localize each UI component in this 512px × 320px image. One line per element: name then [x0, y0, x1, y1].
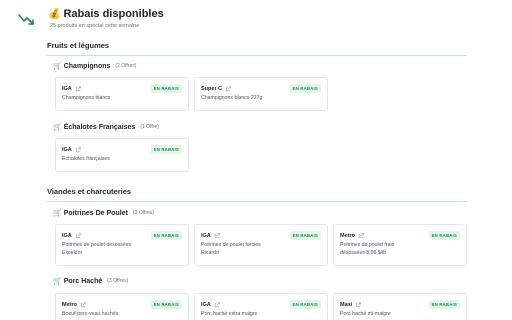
- section-fruits-legumes: Fruits et légumes: [47, 41, 467, 56]
- store-link[interactable]: IGA: [62, 233, 81, 239]
- offer-card[interactable]: IGA EN RABAIS Échalotes françaises: [55, 138, 189, 172]
- external-link-icon: [214, 301, 220, 307]
- product-name: Porc haché mi-maigre: [340, 311, 391, 317]
- sale-badge: EN RABAIS: [150, 300, 182, 309]
- page-subtitle: 25 produits en spécial cette semaine: [50, 23, 140, 29]
- trend-line-icon: [18, 14, 34, 25]
- product-name: Poitrines de poulet farcies Ricardo: [201, 242, 261, 256]
- store-link[interactable]: Metro: [340, 233, 364, 239]
- offer-count: (1 Offre): [140, 124, 159, 130]
- sale-badge: EN RABAIS: [150, 84, 182, 93]
- group-title-poitrines: 🛒 Poitrines De Poulet (3 Offres): [53, 209, 154, 218]
- product-name: Boeuf-porc-veau hachés: [62, 311, 119, 317]
- cart-icon: 🛒: [53, 63, 62, 70]
- offer-card[interactable]: Super C EN RABAIS Champignons blancs 227…: [194, 77, 328, 111]
- product-name: Poitrines de poulet désossées Exceldor: [62, 242, 132, 256]
- group-title-porc-hache: 🛒 Porc Haché (3 Offres): [53, 277, 129, 286]
- page-header: 💰 Rabais disponibles 25 produits en spéc…: [18, 8, 164, 29]
- product-name: Poitrines de poulet frais désossées 8,99…: [340, 242, 395, 256]
- offer-card[interactable]: IGA EN RABAIS Poitrines de poulet farcie…: [194, 224, 328, 266]
- sale-badge: EN RABAIS: [150, 231, 182, 240]
- product-name: Porc haché extra maigre: [201, 311, 258, 317]
- external-link-icon: [75, 85, 81, 91]
- section-title: Viandes et charcuteries: [47, 187, 132, 196]
- offer-card[interactable]: IGA EN RABAIS Champignons blancs: [55, 77, 189, 111]
- section-divider: [47, 201, 467, 202]
- sale-badge: EN RABAIS: [428, 300, 460, 309]
- store-link[interactable]: Maxi: [340, 302, 361, 308]
- cart-icon: 🛒: [53, 278, 62, 285]
- sale-badge: EN RABAIS: [289, 231, 321, 240]
- sale-badge: EN RABAIS: [289, 300, 321, 309]
- section-divider: [47, 55, 467, 56]
- external-link-icon: [75, 146, 81, 152]
- sale-badge: EN RABAIS: [289, 84, 321, 93]
- external-link-icon: [80, 301, 86, 307]
- store-link[interactable]: IGA: [201, 302, 220, 308]
- offer-card[interactable]: Maxi EN RABAIS Porc haché mi-maigre: [333, 293, 467, 320]
- external-link-icon: [356, 301, 361, 307]
- store-link[interactable]: IGA: [62, 147, 81, 153]
- store-link[interactable]: Super C: [201, 86, 231, 92]
- page-title: 💰 Rabais disponibles: [48, 8, 164, 20]
- offer-count: (3 Offres): [132, 210, 154, 216]
- offer-card[interactable]: IGA EN RABAIS Poitrines de poulet désoss…: [55, 224, 189, 266]
- money-bag-icon: 💰: [48, 8, 61, 20]
- store-link[interactable]: IGA: [201, 233, 220, 239]
- section-title: Fruits et légumes: [47, 41, 110, 50]
- group-title-champignons: 🛒 Champignons (2 Offres): [53, 62, 137, 71]
- external-link-icon: [214, 232, 220, 238]
- offer-card[interactable]: Metro EN RABAIS Poitrines de poulet frai…: [333, 224, 467, 266]
- product-name: Échalotes françaises: [62, 156, 110, 162]
- product-name: Champignons blancs: [62, 95, 111, 101]
- sale-badge: EN RABAIS: [428, 231, 460, 240]
- offer-count: (3 Offres): [107, 278, 129, 284]
- sale-badge: EN RABAIS: [150, 145, 182, 154]
- store-link[interactable]: IGA: [62, 86, 81, 92]
- product-name: Champignons blancs 227g: [201, 95, 263, 101]
- external-link-icon: [225, 85, 231, 91]
- store-link[interactable]: Metro: [62, 302, 86, 308]
- offer-count: (2 Offres): [115, 63, 137, 69]
- cart-icon: 🛒: [53, 210, 62, 217]
- offer-card[interactable]: IGA EN RABAIS Porc haché extra maigre: [194, 293, 328, 320]
- external-link-icon: [75, 232, 81, 238]
- section-viandes: Viandes et charcuteries: [47, 187, 467, 202]
- cart-icon: 🛒: [53, 124, 62, 131]
- group-title-echalotes: 🛒 Échalotes Françaises (1 Offre): [53, 123, 159, 132]
- offer-card[interactable]: Metro EN RABAIS Boeuf-porc-veau hachés: [55, 293, 189, 320]
- external-link-icon: [358, 232, 364, 238]
